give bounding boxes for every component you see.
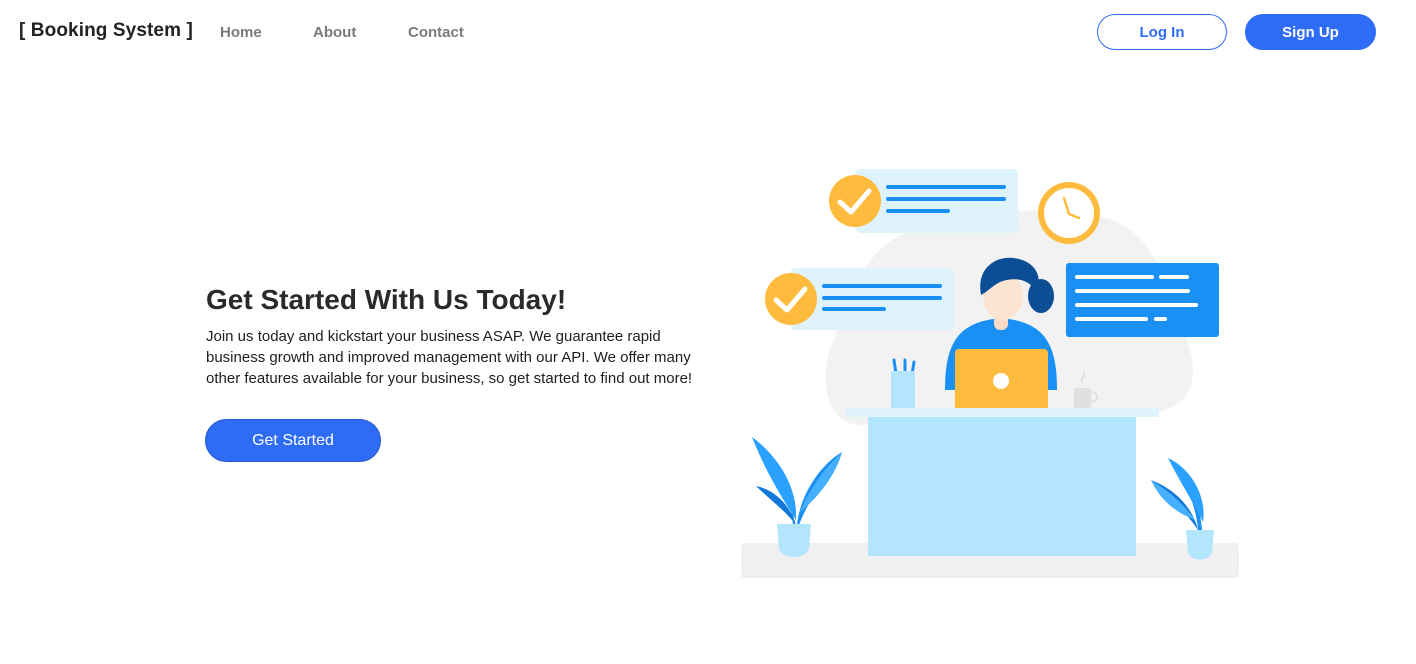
get-started-button[interactable]: Get Started: [205, 419, 381, 462]
laptop: [955, 349, 1048, 412]
clock-icon: [1038, 182, 1100, 244]
plant-left: [752, 437, 842, 557]
person-working-at-laptop-illustration: [741, 169, 1239, 578]
hero-description: Join us today and kickstart your busines…: [206, 328, 693, 387]
brand-logo[interactable]: [ Booking System ]: [19, 20, 193, 42]
signup-button[interactable]: Sign Up: [1245, 14, 1376, 50]
nav-link-about[interactable]: About: [313, 24, 356, 41]
nav-link-home[interactable]: Home: [220, 24, 262, 41]
nav-link-contact[interactable]: Contact: [408, 24, 464, 41]
desk: [846, 408, 1159, 556]
checkmark-icon: [829, 175, 881, 227]
page: [ Booking System ] Home About Contact Lo…: [0, 0, 1416, 664]
checkmark-icon: [765, 273, 817, 325]
login-button[interactable]: Log In: [1097, 14, 1227, 50]
hero-title: Get Started With Us Today!: [206, 284, 567, 315]
message-card-right: [1066, 263, 1219, 337]
